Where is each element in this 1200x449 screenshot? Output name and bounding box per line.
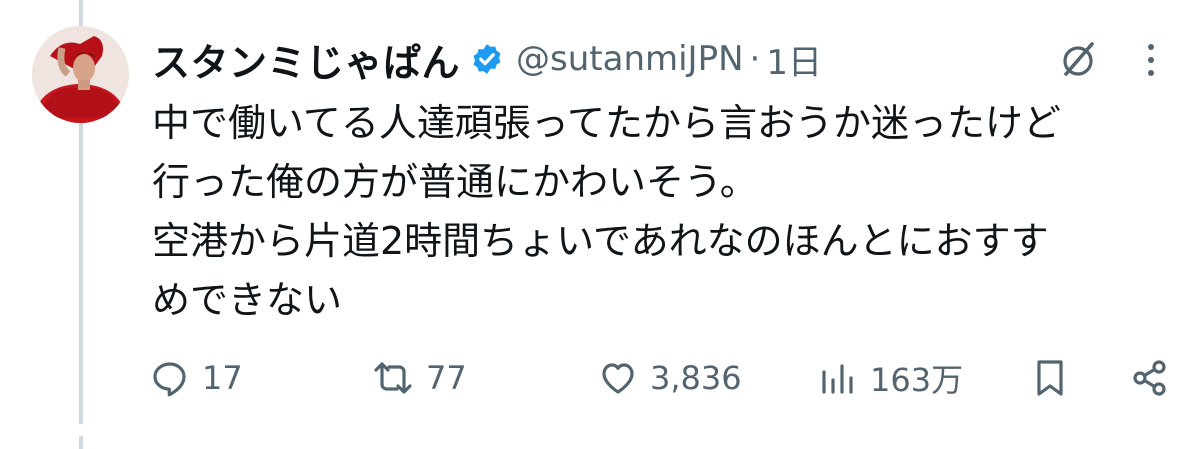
separator-dot: · — [749, 39, 761, 79]
tweet-actions: 17 77 3,836 163万 — [148, 354, 1178, 402]
thread-connector-line-bottom — [79, 436, 83, 449]
reply-count: 17 — [202, 359, 243, 397]
timestamp[interactable]: 1日 — [766, 35, 822, 84]
like-count: 3,836 — [650, 359, 742, 397]
tweet-header: スタンミじゃぱん @sutanmiJPN · 1日 — [152, 30, 822, 88]
repost-icon — [374, 362, 412, 394]
bookmark-icon — [1037, 360, 1063, 396]
reply-button[interactable]: 17 — [148, 354, 243, 402]
views-count: 163万 — [870, 361, 964, 399]
tweet-text-line: 中で働いてる人達頑張ってたから言おうか迷ったけど — [152, 101, 1061, 145]
share-button[interactable] — [1128, 354, 1172, 402]
reply-icon — [153, 362, 186, 397]
tweet-text: 中で働いてる人達頑張ってたから言おうか迷ったけど 行った俺の方が普通にかわいそう… — [152, 94, 1182, 330]
tweet-text-line: 行った俺の方が普通にかわいそう。 — [152, 160, 758, 204]
views-button[interactable]: 163万 — [816, 354, 963, 402]
more-vertical-icon[interactable] — [1138, 38, 1164, 82]
user-handle[interactable]: @sutanmiJPN — [516, 39, 744, 79]
avatar-image — [32, 26, 129, 123]
tweet-text-line: めできない — [152, 278, 343, 322]
heart-icon — [602, 363, 634, 394]
avatar[interactable] — [32, 26, 129, 123]
display-name[interactable]: スタンミじゃぱん — [152, 32, 460, 87]
repost-button[interactable]: 77 — [370, 354, 467, 402]
bookmark-button[interactable] — [1030, 354, 1070, 402]
views-bar-chart-icon — [822, 364, 853, 394]
tweet-text-line: 空港から片道2時間ちょいであれなのほんとにおすす — [152, 219, 1049, 263]
verified-badge-icon — [470, 42, 504, 76]
share-icon — [1133, 360, 1166, 396]
tweet[interactable]: スタンミじゃぱん @sutanmiJPN · 1日 中で働いてる人達頑張ってたか… — [0, 0, 1200, 449]
grok-icon[interactable] — [1056, 38, 1100, 82]
repost-count: 77 — [426, 359, 467, 397]
like-button[interactable]: 3,836 — [596, 354, 742, 402]
